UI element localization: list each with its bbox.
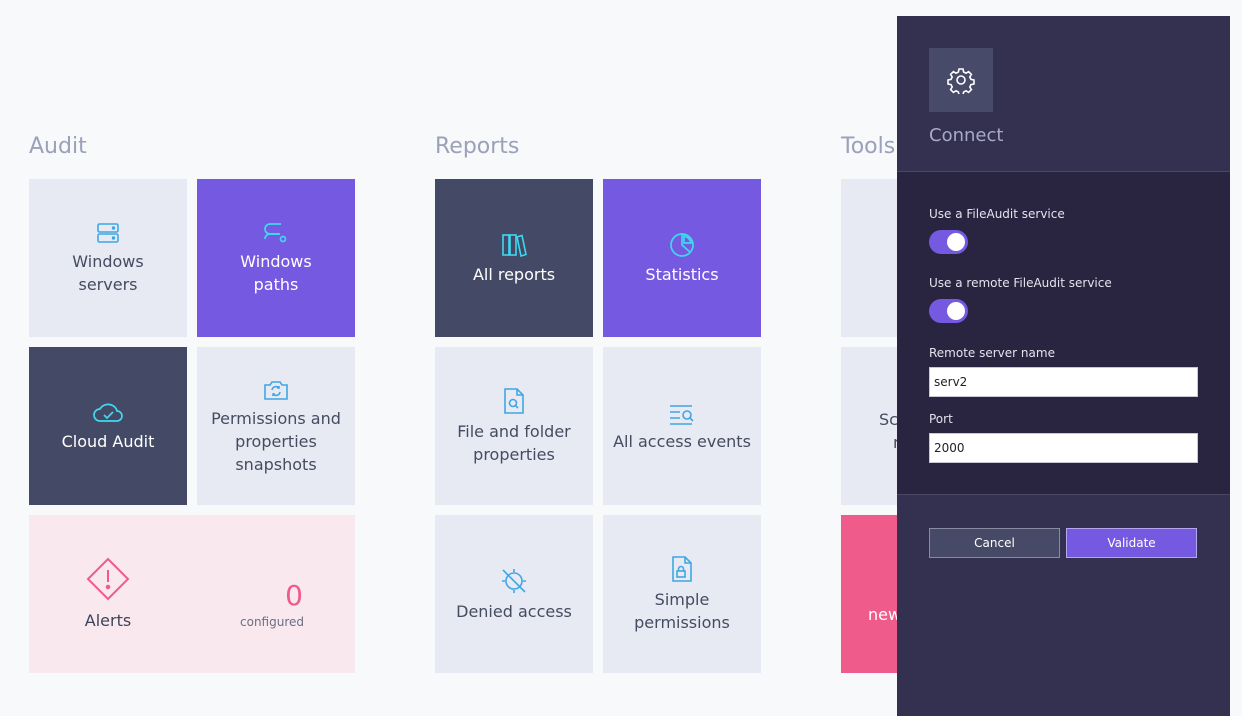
tile-label: Denied access <box>456 601 572 621</box>
tile-label: All reports <box>472 264 556 284</box>
use-service-toggle[interactable] <box>929 230 968 254</box>
tile-label: Simple permissions <box>634 590 730 632</box>
tile-label: Statistics <box>645 264 719 284</box>
tile-statistics[interactable]: Statistics <box>603 179 761 337</box>
tile-tools-3[interactable]: new <box>841 515 901 673</box>
connect-panel: Connect Use a FileAudit service Use a re… <box>897 16 1230 716</box>
server-name-label: Remote server name <box>929 346 1055 360</box>
tile-label: All access events <box>613 431 751 451</box>
section-title-audit: Audit <box>29 134 87 159</box>
tile-permissions-snapshots[interactable]: Permissions and properties snapshots <box>197 347 355 505</box>
tile-denied-access[interactable]: Denied access <box>435 515 593 673</box>
books-icon <box>500 231 528 259</box>
tile-windows-paths[interactable]: Windows paths <box>197 179 355 337</box>
tile-label: Permissions and properties snapshots <box>211 408 341 474</box>
server-name-input[interactable] <box>929 367 1198 397</box>
tile-all-reports[interactable]: All reports <box>435 179 593 337</box>
cancel-button[interactable]: Cancel <box>929 528 1060 558</box>
validate-button[interactable]: Validate <box>1066 528 1197 558</box>
cloud-check-icon <box>91 400 125 426</box>
port-label: Port <box>929 412 953 426</box>
tile-cloud-audit[interactable]: Cloud Audit <box>29 347 187 505</box>
gear-icon-box <box>929 48 993 112</box>
panel-title: Connect <box>929 125 1004 146</box>
section-title-reports: Reports <box>435 134 520 159</box>
alerts-configured-label: configured <box>240 615 304 629</box>
tile-label: Windows paths <box>240 252 312 294</box>
tile-label: Sc <box>879 410 898 429</box>
tile-label: Cloud Audit <box>61 431 155 451</box>
server-icon <box>95 220 121 246</box>
tile-windows-servers[interactable]: Windows servers <box>29 179 187 337</box>
file-lock-icon <box>669 554 695 584</box>
path-icon <box>261 220 291 246</box>
tile-simple-permissions[interactable]: Simple permissions <box>603 515 761 673</box>
gear-icon <box>947 66 975 96</box>
tile-all-access-events[interactable]: All access events <box>603 347 761 505</box>
tile-file-folder-properties[interactable]: File and folder properties <box>435 347 593 505</box>
panel-body: Use a FileAudit service Use a remote Fil… <box>897 172 1230 495</box>
tile-label: File and folder properties <box>457 422 571 464</box>
panel-header: Connect <box>897 16 1230 172</box>
tile-alerts[interactable]: Alerts 0 configured <box>29 515 355 673</box>
tile-tools-2[interactable]: Sc r <box>841 347 900 505</box>
section-title-tools: Tools <box>841 134 896 159</box>
warning-diamond-icon <box>81 557 135 601</box>
file-search-icon <box>501 386 527 416</box>
use-remote-toggle[interactable] <box>929 299 968 323</box>
use-service-label: Use a FileAudit service <box>929 207 1065 221</box>
pie-chart-icon <box>668 231 696 259</box>
port-input[interactable] <box>929 433 1198 463</box>
alerts-label: Alerts <box>84 611 132 630</box>
use-remote-label: Use a remote FileAudit service <box>929 276 1112 290</box>
denied-icon <box>499 566 529 596</box>
camera-refresh-icon <box>262 377 290 403</box>
tile-tools-1[interactable] <box>841 179 897 337</box>
list-search-icon <box>667 400 697 426</box>
alerts-count: 0 <box>285 579 303 612</box>
tile-label: Windows servers <box>72 252 144 294</box>
